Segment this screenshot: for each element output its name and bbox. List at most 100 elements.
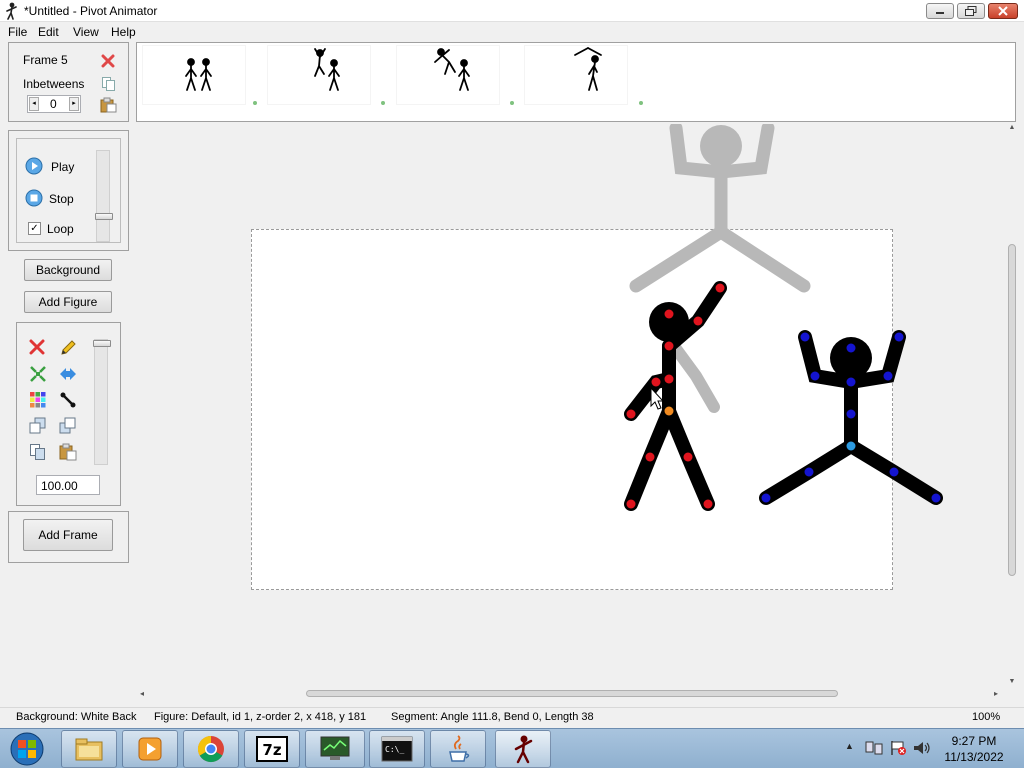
folder-icon xyxy=(75,738,103,761)
media-player-icon xyxy=(138,737,162,761)
speed-slider[interactable] xyxy=(95,150,113,242)
terminal-icon: C:\_ xyxy=(381,736,413,762)
chrome-icon xyxy=(197,735,224,763)
send-back-icon[interactable] xyxy=(29,417,47,435)
taskbar-command-prompt[interactable]: C:\_ xyxy=(369,730,425,768)
edit-figure-icon[interactable] xyxy=(59,339,77,357)
svg-text:7z: 7z xyxy=(262,741,281,759)
window-title: *Untitled - Pivot Animator xyxy=(24,4,158,18)
taskbar-java[interactable] xyxy=(430,730,486,768)
menu-file[interactable]: File xyxy=(8,25,27,39)
inbetweens-value[interactable]: 0 xyxy=(50,97,57,111)
copy-figure-icon[interactable] xyxy=(29,443,47,461)
timeline-frame-4[interactable] xyxy=(525,46,627,104)
play-icon[interactable] xyxy=(25,157,43,175)
flip-figure-icon[interactable] xyxy=(59,365,77,383)
java-icon xyxy=(449,735,470,762)
background-button[interactable]: Background xyxy=(24,259,112,281)
taskbar-media-player[interactable] xyxy=(122,730,178,768)
menu-bar: File Edit View Help xyxy=(0,22,1024,41)
taskbar-7zip[interactable]: 7z xyxy=(244,730,300,768)
close-icon xyxy=(998,6,1008,16)
taskbar-pivot-animator[interactable] xyxy=(495,730,551,768)
center-joint[interactable] xyxy=(664,406,674,416)
frame-marker xyxy=(510,101,514,105)
add-figure-button[interactable]: Add Figure xyxy=(24,291,112,313)
vertical-scrollbar[interactable]: ▲ ▼ xyxy=(1006,124,1018,692)
scroll-right-arrow-icon[interactable]: ▸ xyxy=(994,689,998,698)
status-zoom: 100% xyxy=(972,711,1001,723)
stage-figures[interactable] xyxy=(136,124,1016,700)
loop-checkbox[interactable]: ✓ xyxy=(28,222,41,235)
taskbar-system-monitor[interactable] xyxy=(305,730,365,768)
clock-time: 9:27 PM xyxy=(951,734,997,748)
timeline-frame-1[interactable] xyxy=(143,46,245,104)
figure-blue[interactable] xyxy=(759,330,943,505)
color-figure-icon[interactable] xyxy=(29,391,47,409)
inbetweens-spinner[interactable]: ◂ 0 ▸ xyxy=(27,95,81,113)
onion-skin-figure xyxy=(629,124,811,413)
center-figure-icon[interactable] xyxy=(29,365,47,383)
taskbar: 7z C:\_ ▲ 9:27 PM 11/13/2022 xyxy=(0,728,1024,768)
taskbar-file-explorer[interactable] xyxy=(61,730,117,768)
close-button[interactable] xyxy=(988,3,1018,19)
7zip-icon: 7z xyxy=(256,736,288,762)
minimize-icon xyxy=(936,12,944,14)
horizontal-scrollbar[interactable]: ◂ ▸ xyxy=(136,688,1006,700)
scroll-left-arrow-icon[interactable]: ◂ xyxy=(140,689,144,698)
tray-expand-icon[interactable]: ▲ xyxy=(845,741,854,751)
add-frame-panel: Add Frame xyxy=(8,511,129,563)
horizontal-scroll-thumb[interactable] xyxy=(306,690,838,697)
inbetweens-label: Inbetweens xyxy=(23,77,85,91)
delete-frame-icon[interactable] xyxy=(101,54,115,68)
start-orb-icon[interactable] xyxy=(8,731,46,767)
action-center-flag-icon[interactable] xyxy=(888,739,908,757)
join-figure-icon[interactable] xyxy=(59,391,77,409)
frame-timeline xyxy=(136,42,1016,122)
minimize-button[interactable] xyxy=(926,3,954,19)
scroll-up-arrow-icon[interactable]: ▲ xyxy=(1008,124,1016,132)
frame-thumbnail-2 xyxy=(314,48,340,91)
frame-panel: Frame 5 Inbetweens ◂ 0 ▸ xyxy=(8,42,129,122)
add-frame-button[interactable]: Add Frame xyxy=(23,519,113,551)
title-bar: *Untitled - Pivot Animator xyxy=(0,0,1024,22)
menu-view[interactable]: View xyxy=(73,25,99,39)
paste-frame-icon[interactable] xyxy=(100,97,118,113)
taskbar-chrome[interactable] xyxy=(183,730,239,768)
vertical-scroll-thumb[interactable] xyxy=(1008,244,1016,576)
status-segment: Segment: Angle 111.8, Bend 0, Length 38 xyxy=(391,711,594,723)
copy-frame-icon[interactable] xyxy=(101,76,117,92)
network-tray-icon[interactable] xyxy=(864,739,884,757)
scale-slider-thumb[interactable] xyxy=(93,340,111,347)
maximize-button[interactable] xyxy=(957,3,985,19)
svg-text:C:\_: C:\_ xyxy=(385,745,404,754)
timeline-frame-2[interactable] xyxy=(268,46,370,104)
timeline-frame-3[interactable] xyxy=(397,46,499,104)
spinner-up-button[interactable]: ▸ xyxy=(69,97,79,111)
monitor-icon xyxy=(320,736,350,760)
playback-panel: Play Stop ✓ Loop xyxy=(8,130,129,251)
speed-slider-thumb[interactable] xyxy=(95,213,113,220)
loop-label: Loop xyxy=(47,222,74,236)
bring-front-icon[interactable] xyxy=(59,417,77,435)
paste-figure-icon[interactable] xyxy=(59,443,77,461)
stop-button[interactable]: Stop xyxy=(49,192,74,206)
delete-figure-icon[interactable] xyxy=(29,339,45,355)
stop-icon[interactable] xyxy=(25,189,43,207)
play-button[interactable]: Play xyxy=(51,160,74,174)
restore-icon xyxy=(965,6,977,16)
frame-thumbnail-1 xyxy=(185,58,212,91)
work-area[interactable] xyxy=(136,124,1016,700)
status-figure: Figure: Default, id 1, z-order 2, x 418,… xyxy=(154,711,367,723)
clock-date: 11/13/2022 xyxy=(944,750,1004,764)
menu-help[interactable]: Help xyxy=(111,25,136,39)
scroll-down-arrow-icon[interactable]: ▼ xyxy=(1008,678,1016,686)
menu-edit[interactable]: Edit xyxy=(38,25,59,39)
spinner-down-button[interactable]: ◂ xyxy=(29,97,39,111)
scale-input[interactable]: 100.00 xyxy=(36,475,100,495)
pivot-stickman-icon xyxy=(514,735,533,764)
volume-icon[interactable] xyxy=(912,739,932,757)
frame-marker xyxy=(639,101,643,105)
system-clock[interactable]: 9:27 PM 11/13/2022 xyxy=(932,733,1016,765)
scale-slider[interactable] xyxy=(93,339,111,465)
